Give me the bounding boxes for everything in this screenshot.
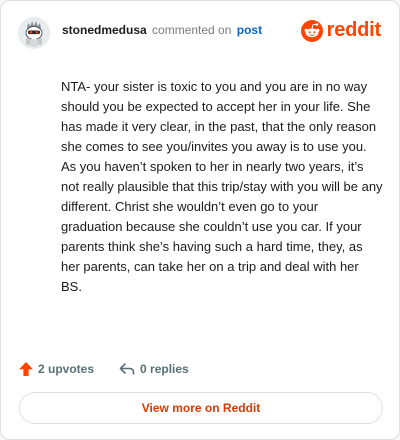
embedded-comment-card: stonedmedusa commented on post reddit NT… bbox=[0, 0, 400, 440]
replies-count: 0 replies bbox=[140, 362, 189, 376]
replies-button[interactable]: 0 replies bbox=[118, 361, 189, 377]
reddit-logo[interactable]: reddit bbox=[300, 19, 382, 42]
username-link[interactable]: stonedmedusa bbox=[62, 23, 147, 37]
commented-on-text: commented on bbox=[152, 23, 232, 37]
post-link[interactable]: post bbox=[237, 23, 262, 37]
reddit-snoo-icon bbox=[300, 19, 323, 42]
comment-body: NTA- your sister is toxic to you and you… bbox=[61, 79, 383, 294]
reddit-wordmark: reddit bbox=[326, 19, 382, 41]
view-more-on-reddit-button[interactable]: View more on Reddit bbox=[19, 392, 383, 424]
reply-arrow-icon bbox=[119, 363, 135, 375]
comment-meta: stonedmedusa commented on post bbox=[62, 22, 262, 38]
avatar-icon bbox=[18, 17, 50, 49]
upvotes-count: 2 upvotes bbox=[38, 362, 95, 376]
user-avatar[interactable] bbox=[18, 17, 50, 49]
comment-actions: 2 upvotes 0 replies bbox=[18, 359, 189, 379]
upvote-arrow-icon bbox=[19, 362, 33, 376]
upvote-button[interactable]: 2 upvotes bbox=[18, 361, 94, 377]
